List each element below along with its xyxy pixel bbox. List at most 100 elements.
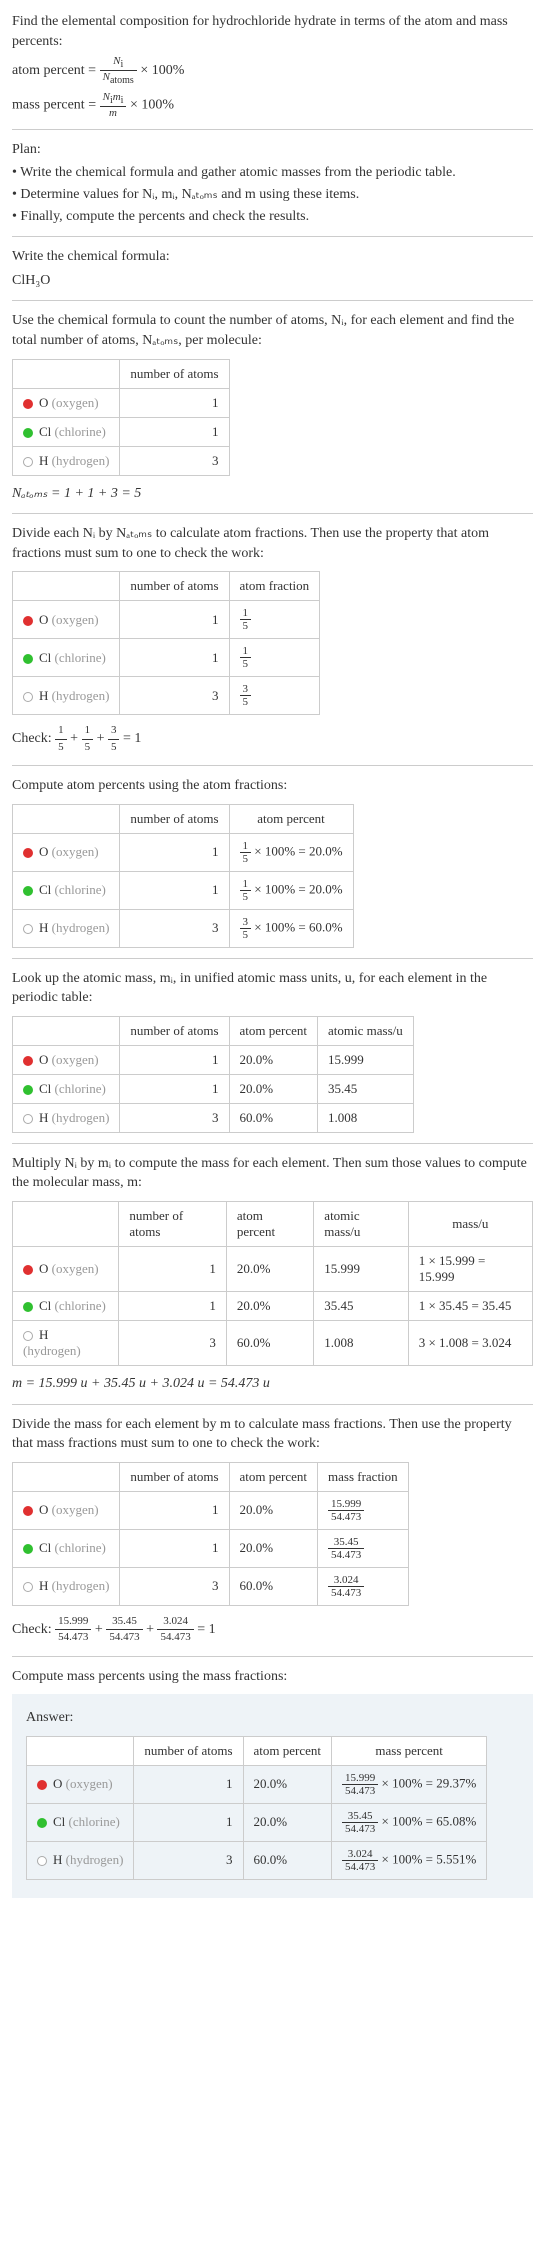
table-row: H (hydrogen) 3 35 (13, 677, 320, 715)
table-row: Cl (chlorine) 1 20.0% 35.45 1 × 35.45 = … (13, 1292, 533, 1321)
table-row: O (oxygen) 1 20.0% 15.99954.473 (13, 1491, 409, 1529)
atomic-mass-text: Look up the atomic mass, mᵢ, in unified … (12, 969, 533, 1008)
chlorine-dot-icon (23, 1085, 33, 1095)
hydrogen-dot-icon (23, 924, 33, 934)
count-atoms-text: Use the chemical formula to count the nu… (12, 311, 533, 350)
element-name: (chlorine) (65, 1814, 120, 1829)
mass-fractions-text: Divide the mass for each element by m to… (12, 1415, 533, 1454)
fraction: 35 (240, 683, 252, 708)
hydrogen-dot-icon (23, 692, 33, 702)
oxygen-dot-icon (23, 1265, 33, 1275)
table-header: atom percent (229, 1016, 318, 1045)
table-header: atom fraction (229, 572, 320, 601)
atom-count: 1 (134, 1803, 243, 1841)
table-row: O (oxygen) 1 15 × 100% = 20.0% (13, 833, 354, 871)
table-row: O (oxygen) 1 20.0% 15.999 1 × 15.999 = 1… (13, 1247, 533, 1292)
table-header-row: number of atoms atom percent atomic mass… (13, 1016, 414, 1045)
element-name: (hydrogen) (48, 688, 109, 703)
hydrogen-dot-icon (37, 1856, 47, 1866)
atom-percent: 20.0% (243, 1765, 332, 1803)
atom-count: 3 (119, 1321, 226, 1366)
element-symbol: H (39, 1578, 48, 1593)
table-header-row: number of atoms atom percent (13, 804, 354, 833)
fraction: 35 (108, 723, 120, 755)
table-header: mass/u (408, 1202, 532, 1247)
fraction: 35.4554.473 (342, 1810, 378, 1835)
write-formula-section: Write the chemical formula: ClH₃O (12, 247, 533, 290)
atomic-mass: 15.999 (318, 1045, 414, 1074)
fraction: 3.02454.473 (342, 1848, 378, 1873)
mass-percent-result: × 100% = 5.551% (378, 1851, 476, 1866)
atom-percent-label: atom percent = (12, 63, 100, 78)
hydrogen-dot-icon (23, 1114, 33, 1124)
fraction: 15 (82, 723, 94, 755)
element-name: (hydrogen) (48, 920, 109, 935)
table-header: number of atoms (120, 359, 229, 388)
element-symbol: O (39, 844, 48, 859)
fraction: 15 (240, 607, 252, 632)
element-name: (chlorine) (51, 424, 106, 439)
plan-item: • Write the chemical formula and gather … (12, 163, 533, 183)
atom-count: 1 (119, 1247, 226, 1292)
element-name: (oxygen) (48, 1261, 98, 1276)
atom-percents-section: Compute atom percents using the atom fra… (12, 776, 533, 948)
check-result: = 1 (123, 731, 141, 746)
element-name: (hydrogen) (48, 1578, 109, 1593)
mass-fractions-check: Check: 15.99954.473 + 35.4554.473 + 3.02… (12, 1614, 533, 1646)
mass-fractions-table: number of atoms atom percent mass fracti… (12, 1462, 409, 1606)
table-header-row: number of atoms atom percent mass percen… (27, 1736, 487, 1765)
atom-count: 3 (120, 677, 229, 715)
atom-count: 3 (120, 446, 229, 475)
table-row: Cl (chlorine) 1 20.0% 35.45 (13, 1074, 414, 1103)
table-header-row: number of atoms atom fraction (13, 572, 320, 601)
mass-percents-section: Compute mass percents using the mass fra… (12, 1667, 533, 1687)
atom-count: 1 (120, 639, 229, 677)
divider (12, 1404, 533, 1405)
element-symbol: Cl (39, 424, 51, 439)
table-header: atom percent (229, 1462, 318, 1491)
element-name: (oxygen) (48, 844, 98, 859)
intro-text: Find the elemental composition for hydro… (12, 12, 533, 51)
mass-calc: 3 × 1.008 = 3.024 (408, 1321, 532, 1366)
percent-result: × 100% = 60.0% (251, 919, 343, 934)
table-row: H (hydrogen) 3 35 × 100% = 60.0% (13, 909, 354, 947)
element-symbol: O (39, 395, 48, 410)
atom-count: 1 (120, 871, 229, 909)
atom-count: 1 (120, 417, 229, 446)
table-row: Cl (chlorine) 1 15 (13, 639, 320, 677)
mass-percent-result: × 100% = 65.08% (378, 1813, 476, 1828)
plan-section: Plan: • Write the chemical formula and g… (12, 140, 533, 226)
table-header: atom percent (243, 1736, 332, 1765)
table-row: O (oxygen) 1 20.0% 15.99954.473 × 100% =… (27, 1765, 487, 1803)
hydrogen-dot-icon (23, 457, 33, 467)
oxygen-dot-icon (23, 616, 33, 626)
mass-each-table: number of atoms atom percent atomic mass… (12, 1201, 533, 1366)
atom-count: 3 (120, 1103, 229, 1132)
atom-count: 1 (120, 833, 229, 871)
check-result: = 1 (197, 1622, 215, 1637)
table-header: atom percent (229, 804, 353, 833)
atomic-mass-table: number of atoms atom percent atomic mass… (12, 1016, 414, 1133)
table-row: H (hydrogen) 3 60.0% 1.008 (13, 1103, 414, 1132)
element-symbol: H (39, 920, 48, 935)
oxygen-dot-icon (23, 1506, 33, 1516)
fraction: 15.99954.473 (328, 1498, 364, 1523)
atom-percent: 20.0% (229, 1491, 318, 1529)
answer-block: Answer: number of atoms atom percent mas… (12, 1694, 533, 1898)
table-header: number of atoms (119, 1202, 226, 1247)
atom-count: 1 (120, 1529, 229, 1567)
table-header: mass percent (332, 1736, 487, 1765)
divider (12, 129, 533, 130)
element-symbol: Cl (53, 1814, 65, 1829)
table-header (13, 1462, 120, 1491)
table-header (13, 1016, 120, 1045)
table-header (13, 1202, 119, 1247)
divider (12, 300, 533, 301)
natoms-sum: Nₐₜₒₘₛ = 1 + 1 + 3 = 5 (12, 484, 533, 504)
mass-fractions-section: Divide the mass for each element by m to… (12, 1415, 533, 1646)
atom-percent: 20.0% (229, 1529, 318, 1567)
fraction: 15.99954.473 (55, 1614, 91, 1646)
chlorine-dot-icon (23, 886, 33, 896)
intro: Find the elemental composition for hydro… (12, 12, 533, 119)
atom-percent: 60.0% (229, 1567, 318, 1605)
